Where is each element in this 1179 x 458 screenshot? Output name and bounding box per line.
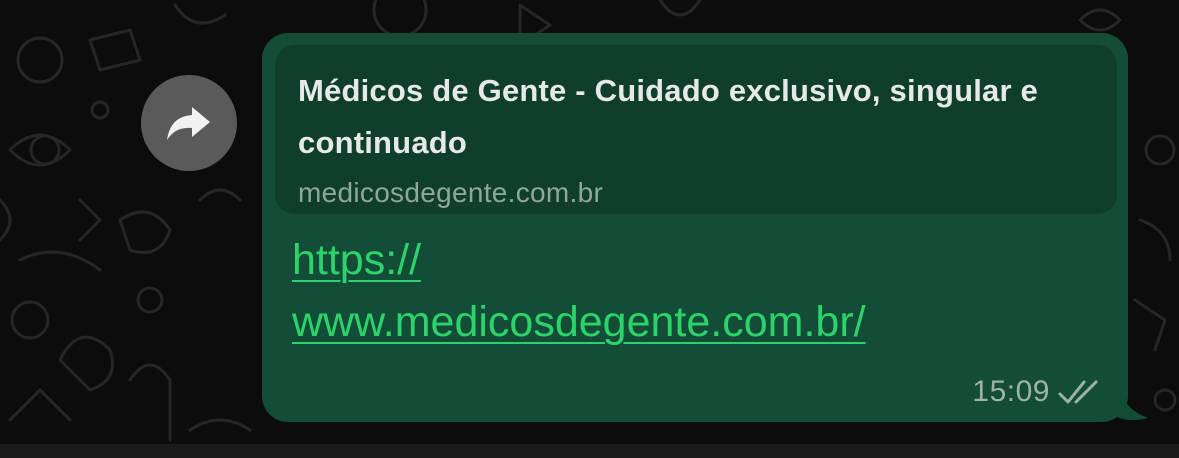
forward-button[interactable] [141, 75, 237, 171]
forward-arrow-icon [167, 107, 210, 140]
message-timestamp: 15:09 [972, 375, 1050, 408]
message-bubble-tail [1112, 370, 1148, 421]
message-link[interactable]: https:// www.medicosdegente.com.br/ [292, 229, 1092, 353]
message-bubble[interactable]: Médicos de Gente - Cuidado exclusivo, si… [262, 33, 1128, 422]
message-link-line-1: https:// [292, 236, 422, 284]
link-preview-title: Médicos de Gente - Cuidado exclusivo, si… [298, 73, 1038, 160]
message-meta: 15:09 [972, 374, 1102, 410]
message-link-line-2: www.medicosdegente.com.br/ [292, 298, 866, 346]
double-check-icon [1058, 380, 1098, 404]
bottom-bar [0, 444, 1179, 458]
link-preview-card[interactable]: Médicos de Gente - Cuidado exclusivo, si… [275, 45, 1117, 214]
link-preview-domain: medicosdegente.com.br [298, 177, 604, 208]
